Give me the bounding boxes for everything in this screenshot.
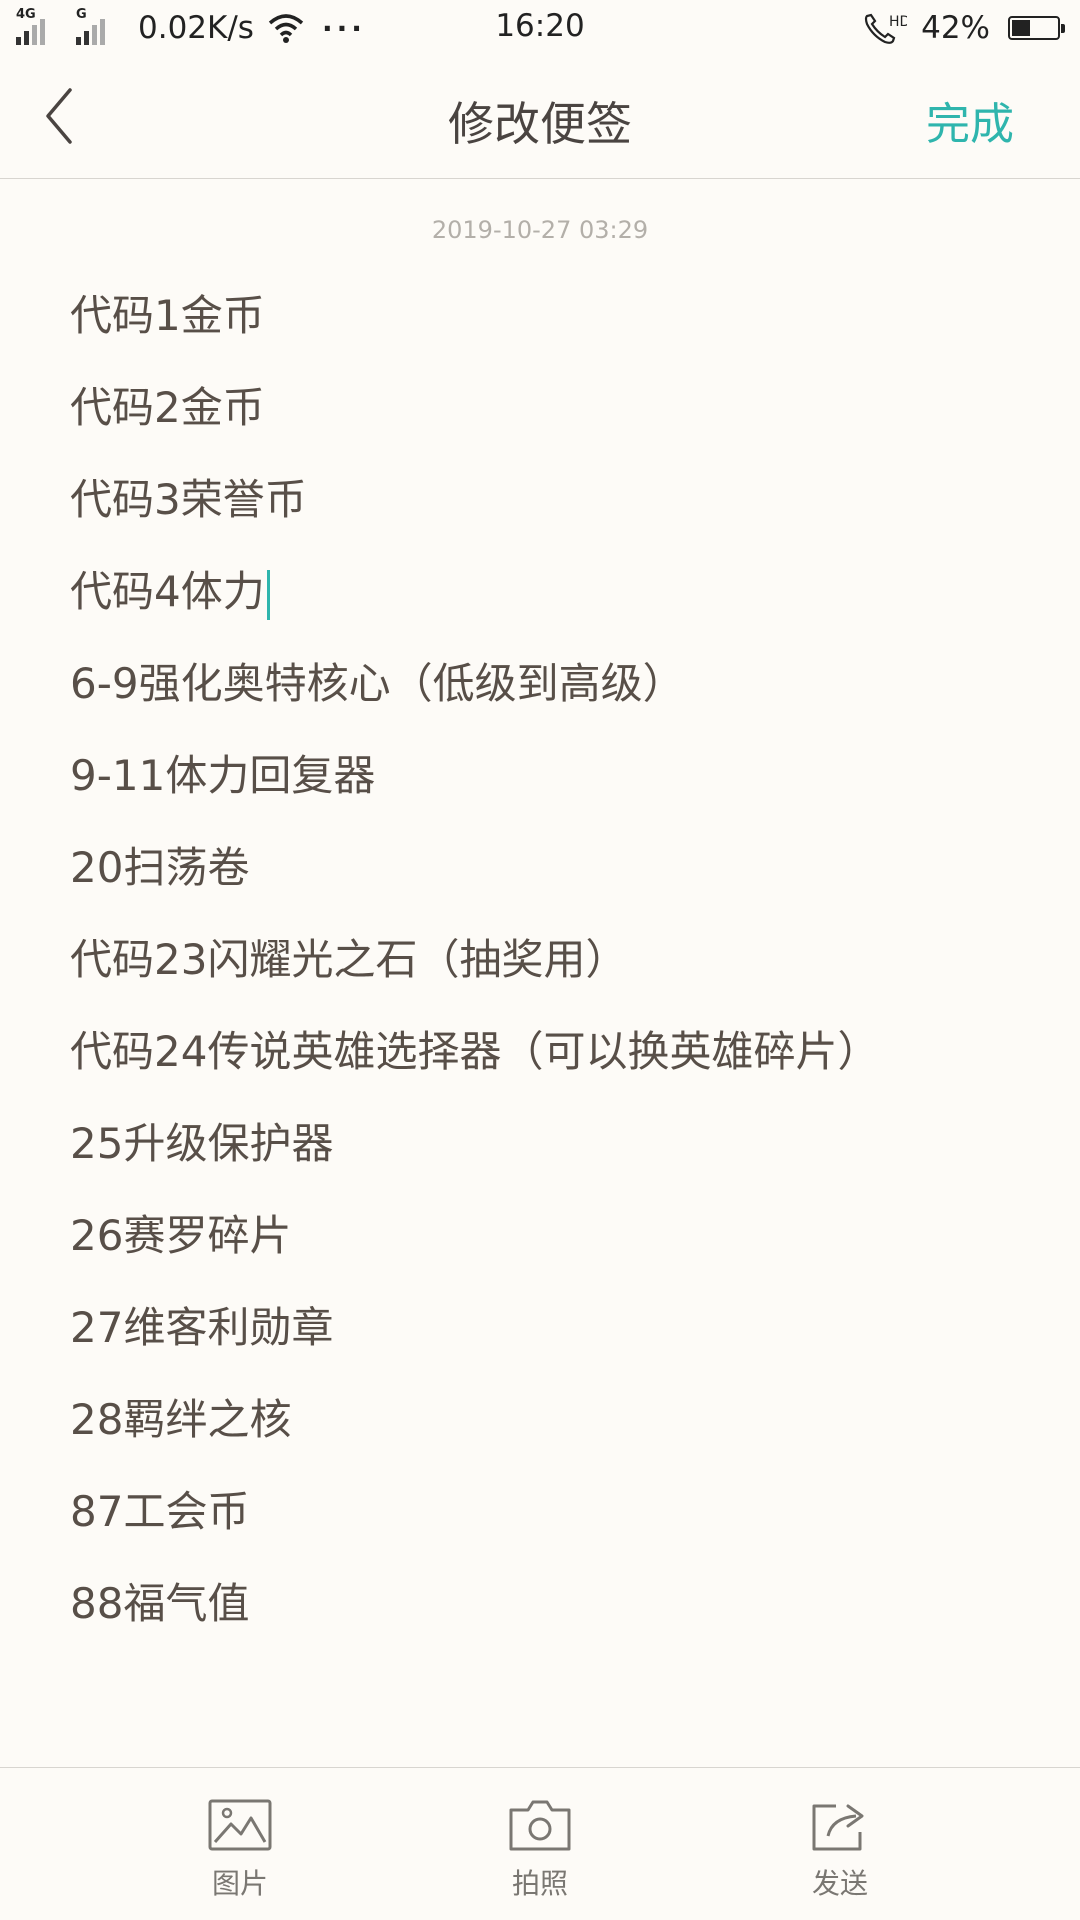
bottom-toolbar: 图片 拍照 发送 [0, 1767, 1080, 1920]
note-line[interactable]: 9-11体力回复器 [70, 730, 1030, 822]
send-label: 发送 [811, 1867, 868, 1900]
screen: 4G G 0.02K/s ··· 16:20 HD 42% 修改便签 完成 20… [0, 0, 1080, 1920]
note-editor[interactable]: 代码1金币 代码2金币 代码3荣誉币 代码4体力 6-9强化奥特核心（低级到高级… [70, 270, 1030, 1650]
note-line[interactable]: 代码23闪耀光之石（抽奖用） [70, 914, 1030, 1006]
battery-percent: 42% [921, 10, 990, 46]
picture-button[interactable]: 图片 [160, 1798, 320, 1902]
note-line[interactable]: 88福气值 [70, 1558, 1030, 1650]
text-cursor [266, 569, 270, 620]
picture-label: 图片 [211, 1867, 268, 1900]
title-bar: 修改便签 完成 [0, 58, 1080, 179]
note-line[interactable]: 28羁绊之核 [70, 1374, 1030, 1466]
hd-badge: HD [889, 14, 907, 30]
battery-icon [1008, 16, 1065, 40]
hd-call-icon: HD [864, 13, 907, 44]
note-line[interactable]: 代码1金币 [70, 270, 1030, 362]
camera-icon [509, 1800, 571, 1851]
note-line[interactable]: 代码3荣誉币 [70, 454, 1030, 546]
camera-label: 拍照 [511, 1867, 568, 1900]
status-bar: 4G G 0.02K/s ··· 16:20 HD 42% [0, 0, 1080, 58]
send-button[interactable]: 发送 [760, 1798, 920, 1902]
note-line[interactable]: 25升级保护器 [70, 1098, 1030, 1190]
note-line[interactable]: 26赛罗碎片 [70, 1190, 1030, 1282]
camera-button[interactable]: 拍照 [460, 1798, 620, 1902]
note-line[interactable]: 87工会币 [70, 1466, 1030, 1558]
note-line[interactable]: 代码4体力 [70, 546, 1030, 638]
note-line[interactable]: 代码2金币 [70, 362, 1030, 454]
done-button[interactable]: 完成 [926, 88, 1014, 152]
status-right: HD 42% [861, 8, 1065, 48]
note-line[interactable]: 代码24传说英雄选择器（可以换英雄碎片） [70, 1006, 1030, 1098]
note-line[interactable]: 6-9强化奥特核心（低级到高级） [70, 638, 1030, 730]
note-timestamp: 2019-10-27 03:29 [431, 216, 649, 244]
note-line[interactable]: 20扫荡卷 [70, 822, 1030, 914]
battery-fill [1012, 20, 1030, 36]
page-title: 修改便签 [448, 97, 632, 151]
note-line[interactable]: 27维客利勋章 [70, 1282, 1030, 1374]
share-icon [812, 1804, 864, 1851]
image-icon [208, 1799, 272, 1851]
